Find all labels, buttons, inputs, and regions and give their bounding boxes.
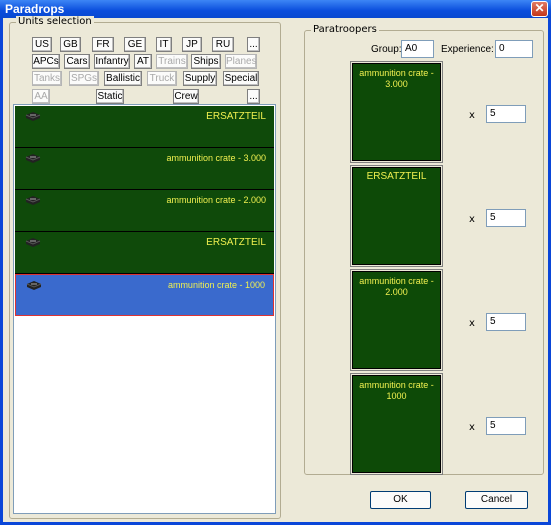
multiplier-label: x [469,110,475,121]
filter-infantry-button[interactable]: Infantry [94,54,130,69]
cancel-button[interactable]: Cancel [465,491,528,509]
cargo-name: ammunition crate - 3.000 [359,68,434,89]
close-icon: ✕ [534,1,545,15]
filter-ballistic-button[interactable]: Ballistic [104,71,142,86]
filter-more-row4-button[interactable]: ... [247,89,260,104]
filter-aa-button[interactable]: AA [32,89,50,104]
cargo-slot[interactable]: ERSATZTEIL [352,167,441,265]
unit-name: ammunition crate - 1000 [167,280,265,290]
cargo-name: ERSATZTEIL [366,171,427,182]
filter-static-button[interactable]: Static [96,89,124,104]
filter-jp-button[interactable]: JP [182,37,202,52]
filter-it-button[interactable]: IT [156,37,172,52]
cargo-slot[interactable]: ammunition crate - 2.000 [352,271,441,369]
multiplier-label: x [469,214,475,225]
filter-fr-button[interactable]: FR [92,37,114,52]
paratroopers-title: Paratroopers [311,24,379,35]
experience-label: Experience: [441,44,494,55]
crate-icon [25,237,41,247]
filter-cars-button[interactable]: Cars [64,54,90,69]
ok-button[interactable]: OK [370,491,431,509]
unit-row[interactable]: ERSATZTEIL [15,106,274,148]
filter-special-button[interactable]: Special [223,71,259,86]
unit-name: ERSATZTEIL [206,237,266,248]
unit-row[interactable]: ammunition crate - 1000 [15,274,274,316]
filter-more-row1-button[interactable]: ... [247,37,260,52]
paradrops-window: Paradrops ✕ Units selection ERSATZTEIL am… [0,0,551,525]
cargo-count-field[interactable]: 5 [486,417,526,435]
filter-gb-button[interactable]: GB [60,37,81,52]
unit-name: ERSATZTEIL [206,111,266,122]
filter-crew-button[interactable]: Crew [173,89,199,104]
filter-spgs-button[interactable]: SPGs [69,71,99,86]
filter-ge-button[interactable]: GE [124,37,146,52]
window-title: Paradrops [5,2,65,16]
cargo-name: ammunition crate - 1000 [359,380,434,401]
filter-us-button[interactable]: US [32,37,52,52]
unit-row[interactable]: ammunition crate - 3.000 [15,148,274,190]
filter-ru-button[interactable]: RU [212,37,234,52]
filter-planes-button[interactable]: Planes [225,54,257,69]
filter-tanks-button[interactable]: Tanks [32,71,62,86]
cargo-count-field[interactable]: 5 [486,313,526,331]
cargo-slot[interactable]: ammunition crate - 3.000 [352,63,441,161]
crate-icon [25,111,41,121]
group-label: Group: [371,44,402,55]
unit-name: ammunition crate - 2.000 [166,195,266,205]
crate-icon [25,195,41,205]
filter-truck-button[interactable]: Truck [147,71,177,86]
multiplier-label: x [469,422,475,433]
cargo-slot[interactable]: ammunition crate - 1000 [352,375,441,473]
crate-icon [25,153,41,163]
unit-row[interactable]: ERSATZTEIL [15,232,274,274]
filter-ships-button[interactable]: Ships [191,54,221,69]
cargo-name: ammunition crate - 2.000 [359,276,434,297]
group-field[interactable]: A0 [401,40,434,58]
unit-name: ammunition crate - 3.000 [166,153,266,163]
unit-row[interactable]: ammunition crate - 2.000 [15,190,274,232]
filter-trains-button[interactable]: Trains [156,54,188,69]
units-list[interactable]: ERSATZTEIL ammunition crate - 3.000 ammuni… [13,104,276,514]
units-selection-title: Units selection [16,16,94,27]
multiplier-label: x [469,318,475,329]
cargo-count-field[interactable]: 5 [486,209,526,227]
filter-apcs-button[interactable]: APCs [32,54,60,69]
filter-at-button[interactable]: AT [134,54,152,69]
close-button[interactable]: ✕ [531,1,548,17]
crate-icon [26,280,42,290]
cargo-count-field[interactable]: 5 [486,105,526,123]
filter-supply-button[interactable]: Supply [183,71,217,86]
experience-field[interactable]: 0 [495,40,533,58]
